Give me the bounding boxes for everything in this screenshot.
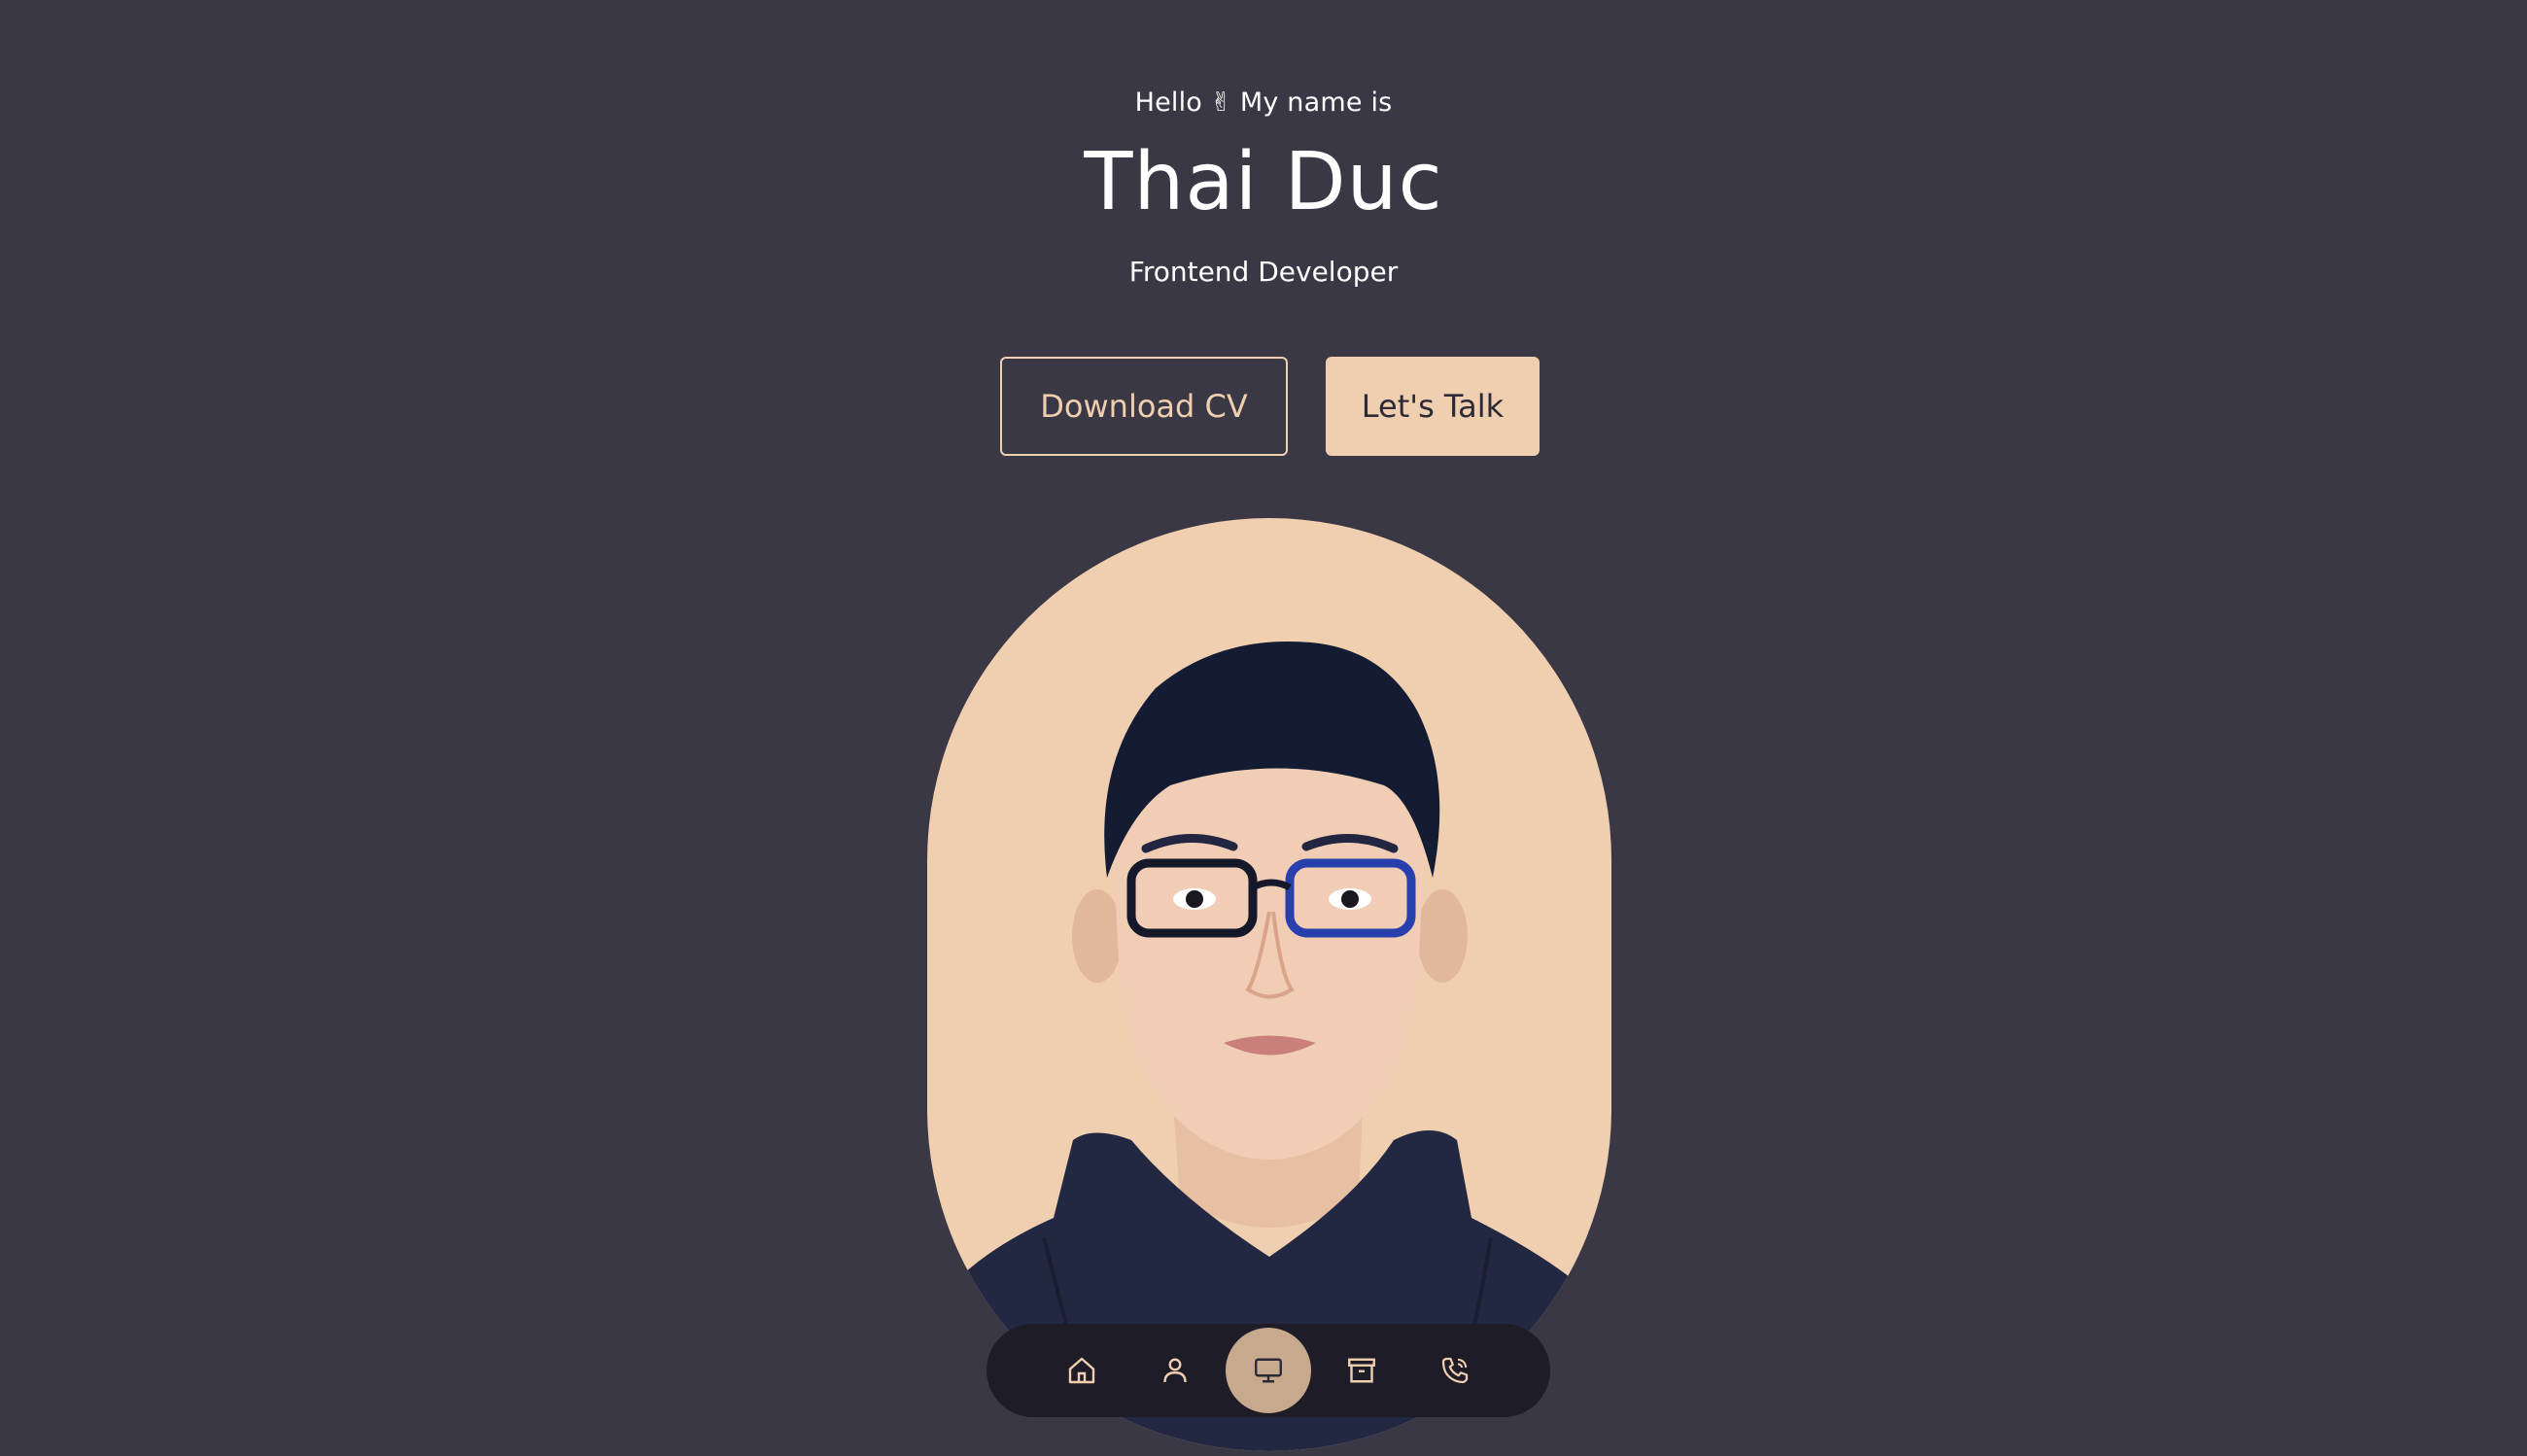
lets-talk-button[interactable]: Let's Talk xyxy=(1326,357,1540,456)
nav-portfolio[interactable] xyxy=(1329,1337,1395,1404)
home-icon xyxy=(1068,1357,1095,1384)
nav-about[interactable] xyxy=(1142,1337,1208,1404)
archive-icon xyxy=(1348,1358,1375,1383)
bottom-nav xyxy=(987,1324,1550,1417)
user-icon xyxy=(1163,1358,1187,1383)
greeting-hello: Hello xyxy=(1134,87,1203,118)
hero-page: Hello ✌ My name is Thai Duc Frontend Devel… xyxy=(0,0,2527,1456)
nav-contact[interactable] xyxy=(1422,1337,1488,1404)
greeting-my-name-is: My name is xyxy=(1239,87,1393,118)
hero-name: Thai Duc xyxy=(1084,136,1443,228)
nav-home[interactable] xyxy=(1049,1337,1115,1404)
profile-portrait xyxy=(927,518,1611,1451)
victory-hand-icon: ✌ xyxy=(1210,87,1232,118)
greeting-line: Hello ✌ My name is xyxy=(0,87,2527,118)
phone-icon xyxy=(1441,1357,1469,1384)
nav-experience[interactable] xyxy=(1226,1328,1311,1413)
hero-role: Frontend Developer xyxy=(1128,256,1399,288)
download-cv-button[interactable]: Download CV xyxy=(1000,357,1288,456)
profile-photo xyxy=(927,641,1611,1451)
monitor-icon xyxy=(1255,1358,1282,1383)
